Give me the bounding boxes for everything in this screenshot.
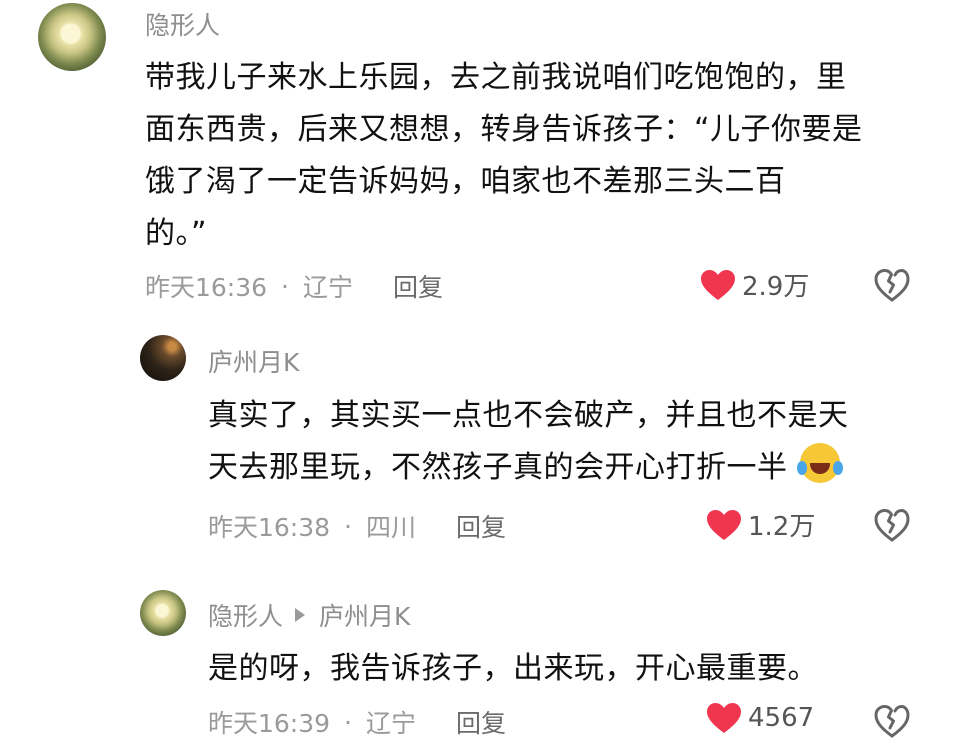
comment-3-reply-to[interactable]: 庐州月K xyxy=(319,597,410,633)
broken-heart-icon[interactable] xyxy=(874,268,910,302)
meta-separator: · xyxy=(344,511,352,541)
comment-3-header: 隐形人 庐州月K xyxy=(208,597,410,633)
comment-2-location: 四川 xyxy=(366,513,417,542)
comment-2-reply-button[interactable]: 回复 xyxy=(456,508,506,544)
comment-1-line-2: 面东西贵，后来又想想，转身告诉孩子：“儿子你要是 xyxy=(145,112,863,147)
heart-icon xyxy=(701,269,735,300)
meta-separator: · xyxy=(281,271,289,301)
broken-heart-icon[interactable] xyxy=(874,508,910,542)
comment-1-location: 辽宁 xyxy=(303,273,354,302)
laughing-tears-emoji-icon xyxy=(796,443,843,483)
comment-2-line-2-wrap: 天去那里玩，不然孩子真的会开心打折一半 xyxy=(208,442,928,494)
heart-icon xyxy=(707,703,741,733)
comment-2-time: 昨天16:38 xyxy=(208,513,331,542)
reply-arrow-icon xyxy=(295,608,306,622)
comment-1-line-3: 饿了渴了一定告诉妈妈，咱家也不差那三头二百 xyxy=(145,164,786,199)
comment-3-line-1: 是的呀，我告诉孩子，出来玩，开心最重要。 xyxy=(208,651,818,686)
comment-1-username[interactable]: 隐形人 xyxy=(145,6,220,42)
comment-1-time: 昨天16:36 xyxy=(145,273,268,302)
comment-3-like-count: 4567 xyxy=(748,703,815,733)
avatar-user-2[interactable] xyxy=(140,335,186,381)
heart-icon xyxy=(707,509,741,540)
comment-1-like-count: 2.9万 xyxy=(742,272,810,302)
broken-heart-icon[interactable] xyxy=(874,704,910,738)
meta-separator: · xyxy=(344,707,352,737)
comment-1-meta: 昨天16:36 · 辽宁 回复 xyxy=(145,268,443,304)
comment-1-line-1: 带我儿子来水上乐园，去之前我说咱们吃饱饱的，里 xyxy=(145,60,847,95)
comment-1-like-button[interactable]: 2.9万 xyxy=(700,266,809,303)
comment-1-text: 带我儿子来水上乐园，去之前我说咱们吃饱饱的，里 面东西贵，后来又想想，转身告诉孩… xyxy=(145,52,935,260)
comment-1-line-4: 的。” xyxy=(145,216,208,251)
comment-2-username[interactable]: 庐州月K xyxy=(208,343,299,379)
comment-3-like-button[interactable]: 4567 xyxy=(706,702,814,734)
comment-2-meta: 昨天16:38 · 四川 回复 xyxy=(208,508,506,544)
comment-2-like-button[interactable]: 1.2万 xyxy=(706,506,815,543)
comment-2-line-2: 天去那里玩，不然孩子真的会开心打折一半 xyxy=(208,450,788,485)
avatar-user-3[interactable] xyxy=(140,590,186,636)
comment-2-line-1: 真实了，其实买一点也不会破产，并且也不是天 xyxy=(208,398,849,433)
comment-3-username[interactable]: 隐形人 xyxy=(208,597,283,633)
avatar-user-1[interactable] xyxy=(38,3,106,71)
comment-2-like-count: 1.2万 xyxy=(748,512,816,542)
comment-2-text: 真实了，其实买一点也不会破产，并且也不是天 天去那里玩，不然孩子真的会开心打折一… xyxy=(208,390,928,494)
comment-1-reply-button[interactable]: 回复 xyxy=(393,268,443,304)
comment-3-text: 是的呀，我告诉孩子，出来玩，开心最重要。 xyxy=(208,643,928,695)
